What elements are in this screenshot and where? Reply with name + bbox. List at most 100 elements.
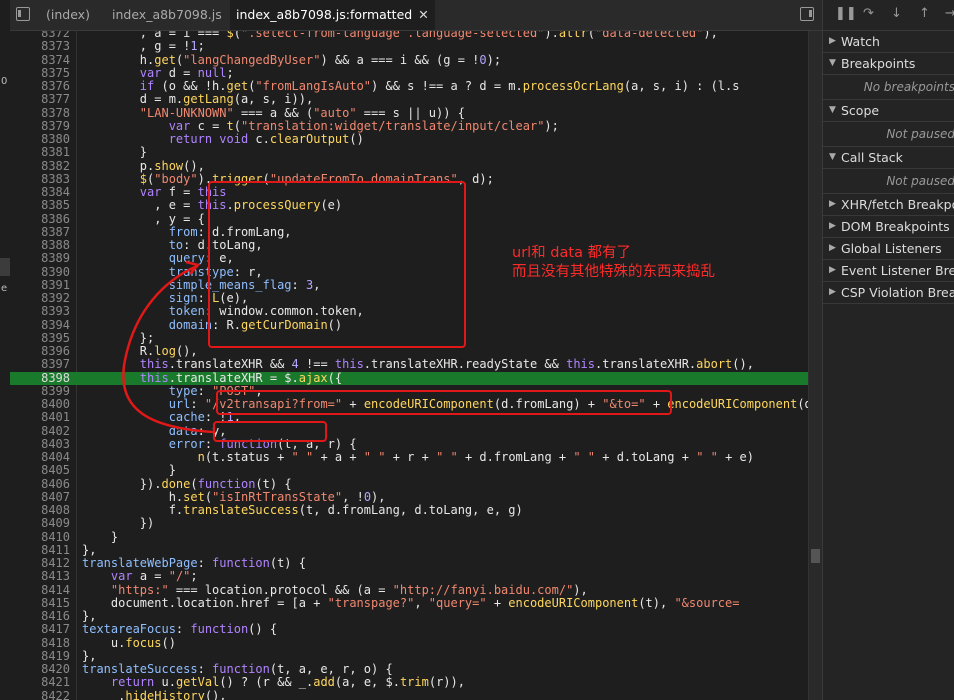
code-line[interactable]: 8412 translateWebPage: function(t) {	[10, 556, 808, 570]
line-number[interactable]: 8400	[10, 397, 70, 411]
step-into-icon[interactable]: ↓	[891, 6, 902, 21]
code-line[interactable]: 8410 }	[10, 530, 808, 544]
sidebar-section-header[interactable]: ▼ Breakpoints	[823, 53, 954, 75]
code-line[interactable]: 8386 , y = {	[10, 212, 808, 226]
code-line[interactable]: 8380 return void c.clearOutput()	[10, 132, 808, 146]
line-number[interactable]: 8375	[10, 66, 70, 80]
line-number[interactable]: 8419	[10, 649, 70, 663]
step-out-icon[interactable]: ↑	[919, 6, 930, 21]
line-number[interactable]: 8413	[10, 570, 70, 583]
line-number[interactable]: 8421	[10, 676, 70, 689]
tab-index-js-formatted[interactable]: index_a8b7098.js:formatted ✕	[230, 0, 435, 30]
line-number[interactable]: 8390	[10, 265, 70, 279]
line-number[interactable]: 8399	[10, 384, 70, 398]
line-number[interactable]: 8389	[10, 252, 70, 265]
line-number[interactable]: 8394	[10, 318, 70, 332]
code-line[interactable]: 8379 var c = t("translation:widget/trans…	[10, 119, 808, 133]
pause-icon[interactable]: ❚❚	[835, 6, 857, 21]
line-number[interactable]: 8386	[10, 212, 70, 226]
sidebar-section-header[interactable]: ▶ DOM Breakpoints	[823, 216, 954, 238]
line-number[interactable]: 8407	[10, 490, 70, 504]
toggle-debugger-icon[interactable]	[800, 7, 814, 21]
code-line[interactable]: 8419},	[10, 649, 808, 663]
sidebar-section-header[interactable]: ▶ CSP Violation Breakpoints	[823, 282, 954, 304]
sidebar-section-header[interactable]: ▶ Watch	[823, 31, 954, 53]
code-line[interactable]: 8411},	[10, 543, 808, 557]
sidebar-section-header[interactable]: ▶ Global Listeners	[823, 238, 954, 260]
line-number[interactable]: 8405	[10, 464, 70, 477]
code-line[interactable]: 8404 n(t.status + " " + a + " " + r + " …	[10, 450, 808, 464]
code-line[interactable]: 8417 textareaFocus: function() {	[10, 623, 808, 636]
code-line[interactable]: 8405 }	[10, 464, 808, 477]
sidebar-section-header[interactable]: ▶ XHR/fetch Breakpoints	[823, 194, 954, 216]
line-number[interactable]: 8393	[10, 305, 70, 318]
line-number[interactable]: 8387	[10, 225, 70, 239]
line-number[interactable]: 8414	[10, 583, 70, 597]
step-over-icon[interactable]: ↷	[863, 6, 874, 21]
line-number[interactable]: 8382	[10, 159, 70, 173]
line-number[interactable]: 8396	[10, 344, 70, 358]
code-line[interactable]: 8398 this.translateXHR = $.ajax({	[10, 371, 808, 385]
code-line[interactable]: 8399 type: "POST",	[10, 384, 808, 398]
code-line[interactable]: 8401 cache: !1,	[10, 411, 808, 424]
line-number[interactable]: 8409	[10, 517, 70, 530]
code-line[interactable]: 8413 var a = "/";	[10, 570, 808, 583]
code-line[interactable]: 8376 if (o && !h.get("fromLangIsAuto") &…	[10, 79, 808, 93]
line-number[interactable]: 8395	[10, 331, 70, 345]
code-line[interactable]: 8420 translateSuccess: function(t, a, e, …	[10, 662, 808, 676]
line-number[interactable]: 8385	[10, 199, 70, 212]
line-number[interactable]: 8418	[10, 636, 70, 650]
line-number[interactable]: 8412	[10, 556, 70, 570]
code-line[interactable]: 8416},	[10, 609, 808, 623]
line-number[interactable]: 8380	[10, 132, 70, 146]
line-number[interactable]: 8388	[10, 238, 70, 252]
code-line[interactable]: 8397 this.translateXHR && 4 !== this.tra…	[10, 358, 808, 371]
code-line[interactable]: 8414 "https:" === location.protocol && (…	[10, 583, 808, 597]
code-line[interactable]: 8409 })	[10, 517, 808, 530]
line-number[interactable]: 8422	[10, 689, 70, 700]
line-number[interactable]: 8416	[10, 609, 70, 623]
line-number[interactable]: 8376	[10, 79, 70, 93]
line-number[interactable]: 8397	[10, 358, 70, 371]
line-number[interactable]: 8379	[10, 119, 70, 133]
code-line[interactable]: 8381 }	[10, 146, 808, 159]
line-number[interactable]: 8374	[10, 53, 70, 67]
code-line[interactable]: 8388 to: d.toLang,	[10, 238, 808, 252]
tab-index-html[interactable]: (index)	[46, 0, 90, 30]
code-line[interactable]: 8408 f.translateSuccess(t, d.fromLang, d…	[10, 503, 808, 517]
code-editor[interactable]: 8372 , a = i === $(".select-from-languag…	[10, 31, 808, 700]
step-icon[interactable]: →	[945, 6, 954, 21]
code-line[interactable]: 8383 $("body").trigger("updateFromTo.dom…	[10, 172, 808, 186]
line-number[interactable]: 8401	[10, 411, 70, 424]
line-number[interactable]: 8408	[10, 503, 70, 517]
line-number[interactable]: 8403	[10, 437, 70, 451]
code-line[interactable]: 8382 p.show(),	[10, 159, 808, 173]
line-number[interactable]: 8392	[10, 291, 70, 305]
line-number[interactable]: 8406	[10, 477, 70, 491]
line-number[interactable]: 8383	[10, 172, 70, 186]
sidebar-section-header[interactable]: ▼ Scope	[823, 100, 954, 122]
line-number[interactable]: 8398	[10, 371, 70, 385]
scrollbar-thumb[interactable]	[811, 549, 820, 563]
code-line[interactable]: 8385 , e = this.processQuery(e)	[10, 199, 808, 212]
line-number[interactable]: 8410	[10, 530, 70, 544]
line-number[interactable]: 8417	[10, 623, 70, 636]
code-line[interactable]: 8418 u.focus()	[10, 636, 808, 650]
editor-scrollbar[interactable]	[808, 31, 823, 700]
line-number[interactable]: 8381	[10, 146, 70, 159]
line-number[interactable]: 8378	[10, 106, 70, 120]
code-line[interactable]: 8375 var d = null;	[10, 66, 808, 80]
code-line[interactable]: 8374 h.get("langChangedByUser") && a ===…	[10, 53, 808, 67]
line-number[interactable]: 8377	[10, 93, 70, 106]
tab-index-js[interactable]: index_a8b7098.js	[112, 0, 222, 30]
code-line[interactable]: 8407 h.set("isInRtTransState", !0),	[10, 490, 808, 504]
sidebar-section-header[interactable]: ▶ Event Listener Breakpoints	[823, 260, 954, 282]
code-line[interactable]: 8378 "LAN-UNKNOWN" === a && ("auto" === …	[10, 106, 808, 120]
line-number[interactable]: 8420	[10, 662, 70, 676]
code-line[interactable]: 8395 };	[10, 331, 808, 345]
code-line[interactable]: 8387 from: d.fromLang,	[10, 225, 808, 239]
line-number[interactable]: 8411	[10, 543, 70, 557]
code-line[interactable]: 8384 var f = this	[10, 185, 808, 199]
line-number[interactable]: 8415	[10, 596, 70, 610]
code-line[interactable]: 8422 _.hideHistory(),	[10, 689, 808, 700]
